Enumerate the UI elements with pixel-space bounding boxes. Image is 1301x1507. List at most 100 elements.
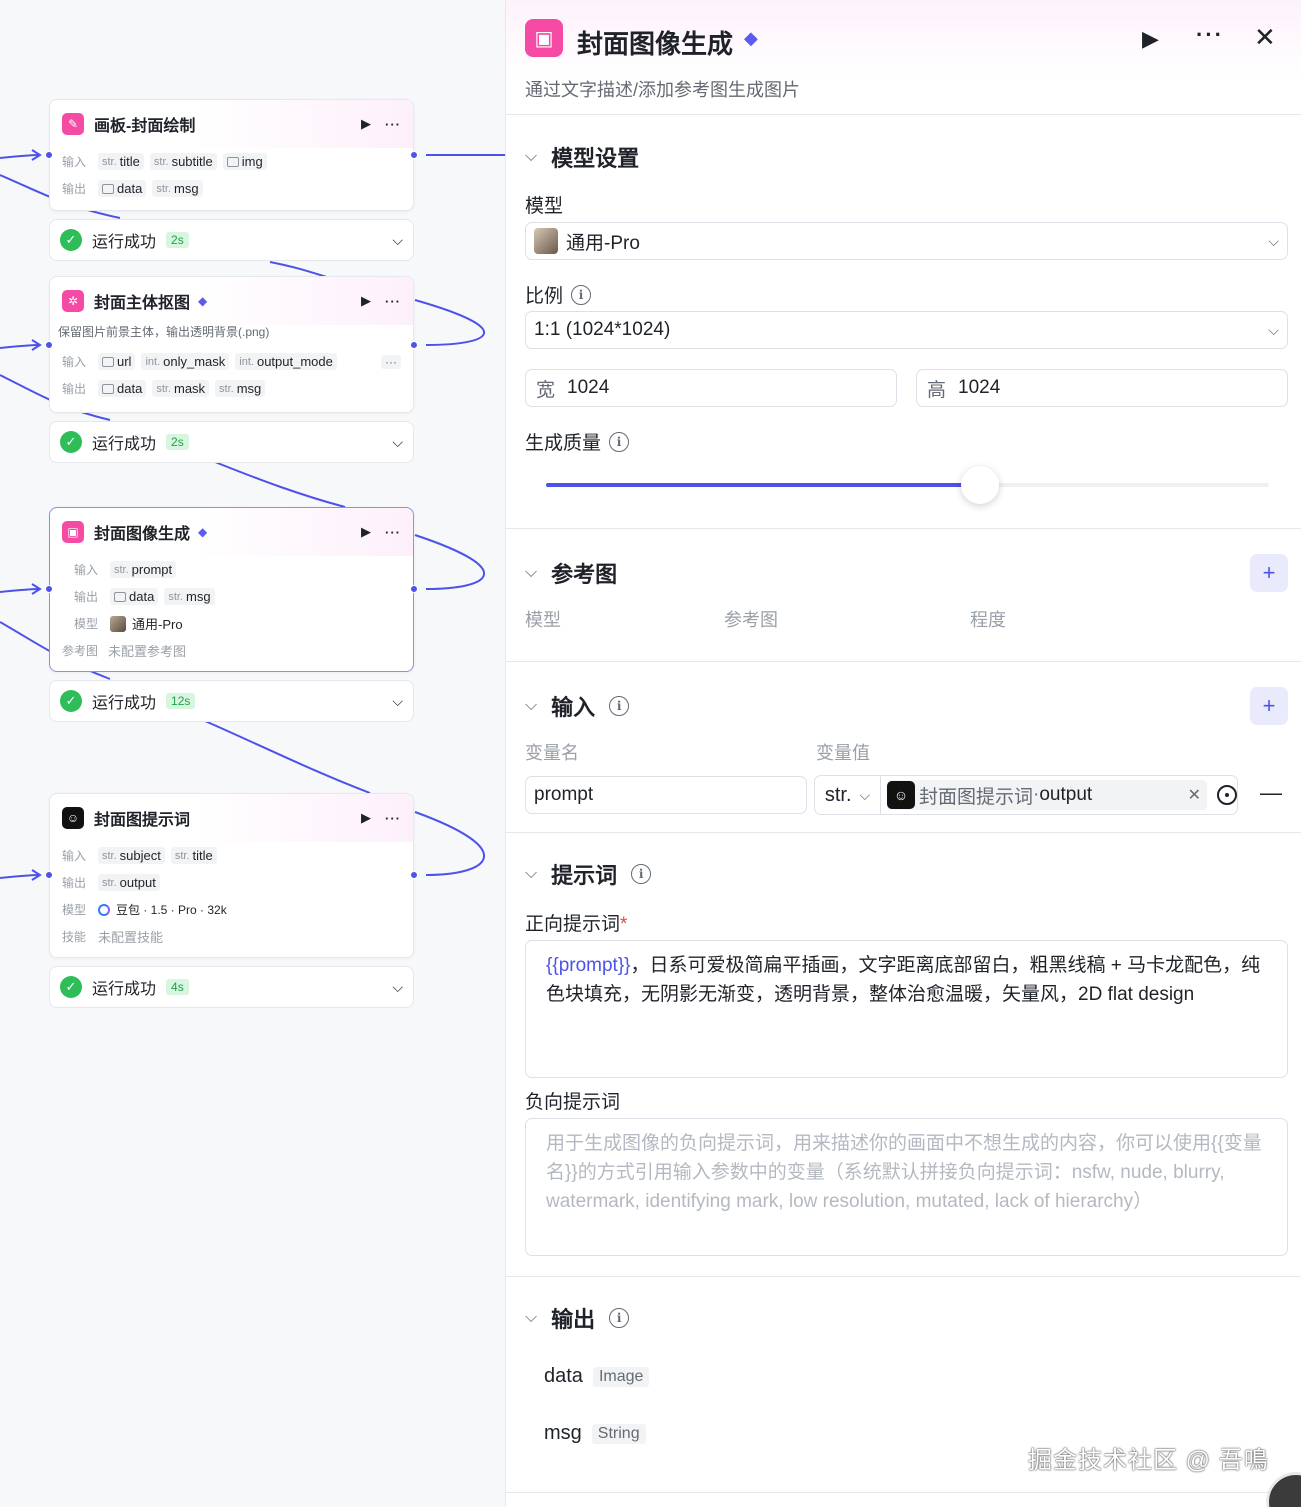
model-select[interactable]: 通用-Pro ⌵ — [525, 222, 1288, 260]
info-icon[interactable]: i — [609, 696, 630, 716]
variable-picker-icon[interactable] — [1217, 785, 1237, 805]
output-type: String — [591, 1423, 646, 1444]
run-icon[interactable]: ▶ — [361, 524, 371, 540]
input-port[interactable] — [45, 871, 53, 879]
chevron-down-icon[interactable]: ⌵ — [392, 693, 403, 710]
wire-3-4 — [204, 720, 371, 794]
input-tag: img — [222, 153, 267, 170]
col-model: 模型 — [525, 610, 561, 630]
var-type-value: str. — [824, 783, 852, 806]
inputs-label: 输入 — [62, 849, 87, 863]
section-header[interactable]: ⌵ 输出 i — [525, 1302, 630, 1334]
quality-slider[interactable] — [546, 466, 1269, 504]
chevron-down-icon[interactable]: ⌵ — [525, 697, 537, 715]
info-icon[interactable]: i — [571, 284, 592, 305]
chevron-down-icon: ⌵ — [859, 786, 871, 803]
run-status-bar[interactable]: ✓ 运行成功 2s ⌵ — [49, 421, 414, 463]
success-check-icon: ✓ — [60, 976, 82, 998]
more-icon[interactable]: ··· — [385, 525, 401, 540]
run-status-bar[interactable]: ✓ 运行成功 4s ⌵ — [49, 966, 414, 1008]
output-port[interactable] — [410, 341, 418, 349]
input-port[interactable] — [45, 585, 53, 593]
positive-prompt-textarea[interactable]: {{prompt}}，日系可爱极简扁平插画，文字距离底部留白，粗黑线稿 + 马卡… — [525, 940, 1288, 1078]
premium-diamond-icon: ◆ — [744, 28, 758, 48]
chevron-down-icon[interactable]: ⌵ — [525, 148, 537, 166]
chevron-down-icon[interactable]: ⌵ — [392, 434, 403, 451]
add-reference-button[interactable]: + — [1250, 554, 1288, 592]
var-ref-chip[interactable]: ☺ 封面图提示词 · output ✕ — [887, 780, 1207, 810]
negative-prompt-textarea[interactable]: 用于生成图像的负向提示词，用来描述你的画面中不想生成的内容，你可以使用{{变量名… — [525, 1118, 1288, 1256]
node-outputs: 输出 str. output — [50, 869, 413, 896]
ratio-select[interactable]: 1:1 (1024*1024) ⌵ — [525, 311, 1288, 349]
col-reference: 参考图 — [724, 610, 778, 630]
input-port[interactable] — [45, 341, 53, 349]
status-text: 运行成功 — [92, 981, 157, 998]
chevron-down-icon[interactable]: ⌵ — [525, 1309, 537, 1327]
negative-placeholder: 用于生成图像的负向提示词，用来描述你的画面中不想生成的内容，你可以使用{{变量名… — [546, 1133, 1262, 1212]
section-title: 提示词 — [551, 863, 618, 888]
height-value: 1024 — [958, 377, 1001, 398]
input-name: title — [192, 848, 213, 863]
node-cover-board[interactable]: ✎ 画板-封面绘制 ▶ ··· 输入 str. title str. subtitl… — [49, 99, 414, 211]
col-var-name: 变量名 — [525, 743, 579, 763]
skill-value: 未配置技能 — [98, 930, 164, 945]
close-icon[interactable]: ✕ — [1254, 22, 1276, 53]
var-type-select[interactable]: str. ⌵ — [815, 776, 881, 814]
height-label: 高 — [927, 379, 947, 401]
llm-icon: ☺ — [62, 807, 84, 829]
section-header[interactable]: ⌵ 提示词 i — [525, 858, 652, 890]
node-title: 封面图提示词 — [94, 812, 191, 829]
var-name-input[interactable]: prompt — [525, 776, 807, 814]
input-port[interactable] — [45, 151, 53, 159]
output-tag: str. mask — [152, 380, 210, 397]
more-icon[interactable]: ··· — [385, 117, 401, 132]
chevron-down-icon[interactable]: ⌵ — [525, 865, 537, 883]
chevron-down-icon[interactable]: ⌵ — [392, 979, 403, 996]
run-status-bar[interactable]: ✓ 运行成功 12s ⌵ — [49, 680, 414, 722]
run-status-bar[interactable]: ✓ 运行成功 2s ⌵ — [49, 219, 414, 261]
run-icon[interactable]: ▶ — [361, 116, 371, 132]
clear-icon[interactable]: ✕ — [1188, 785, 1201, 805]
wire-in-2 — [0, 344, 41, 349]
output-port[interactable] — [410, 585, 418, 593]
output-port[interactable] — [410, 151, 418, 159]
remove-input-icon[interactable]: — — [1260, 780, 1282, 806]
workflow-canvas[interactable]: ✎ 画板-封面绘制 ▶ ··· 输入 str. title str. subtitl… — [0, 0, 505, 1507]
negative-prompt-label: 负向提示词 — [525, 1087, 620, 1114]
output-port[interactable] — [410, 871, 418, 879]
info-icon[interactable]: i — [609, 1308, 630, 1328]
info-icon[interactable]: i — [631, 864, 652, 884]
chevron-down-icon[interactable]: ⌵ — [392, 232, 403, 249]
more-icon[interactable]: ··· — [385, 811, 401, 826]
section-header[interactable]: ⌵ 输入 i — [525, 690, 630, 722]
node-subject-cutout[interactable]: ✲ 封面主体抠图 ◆ ▶ ··· 保留图片前景主体，输出透明背景(.png) 输… — [49, 276, 414, 413]
section-header[interactable]: ⌵ 模型设置 — [525, 141, 639, 173]
chevron-down-icon[interactable]: ⌵ — [525, 564, 537, 582]
add-input-button[interactable]: + — [1250, 687, 1288, 725]
input-name: output_mode — [256, 354, 333, 369]
info-icon[interactable]: i — [609, 431, 630, 452]
more-icon[interactable]: ··· — [385, 294, 401, 309]
input-name: only_mask — [163, 354, 226, 369]
node-outputs: 输出 data str. msg — [50, 175, 413, 202]
col-degree: 程度 — [970, 610, 1006, 630]
section-input: ⌵ 输入 i + 变量名 变量值 prompt str. ⌵ ☺ 封面图提示词 … — [506, 662, 1301, 833]
section-header[interactable]: ⌵ 参考图 — [525, 557, 617, 589]
var-name-value: prompt — [534, 784, 594, 805]
width-input[interactable]: 宽 1024 — [525, 369, 897, 407]
height-input[interactable]: 高 1024 — [916, 369, 1288, 407]
more-inputs-button[interactable]: ··· — [381, 354, 401, 369]
run-icon[interactable]: ▶ — [361, 810, 371, 826]
run-icon[interactable]: ▶ — [1142, 26, 1159, 52]
node-cover-prompt[interactable]: ☺ 封面图提示词 ▶ ··· 输入 str. subject str. title … — [49, 793, 414, 958]
node-ref: 参考图 未配置参考图 — [50, 637, 413, 664]
node-cover-image-gen[interactable]: ▣ 封面图像生成 ◆ ▶ ··· 输入 str. prompt 输出 data s… — [49, 507, 414, 672]
quality-slider-knob[interactable] — [961, 466, 999, 504]
time-badge: 2s — [166, 232, 189, 248]
image-type-icon — [102, 383, 114, 394]
run-icon[interactable]: ▶ — [361, 293, 371, 309]
output-name: mask — [173, 381, 206, 396]
more-icon[interactable]: ··· — [1196, 22, 1224, 48]
width-value: 1024 — [567, 377, 610, 398]
var-value-ref[interactable]: str. ⌵ ☺ 封面图提示词 · output ✕ — [814, 775, 1238, 815]
